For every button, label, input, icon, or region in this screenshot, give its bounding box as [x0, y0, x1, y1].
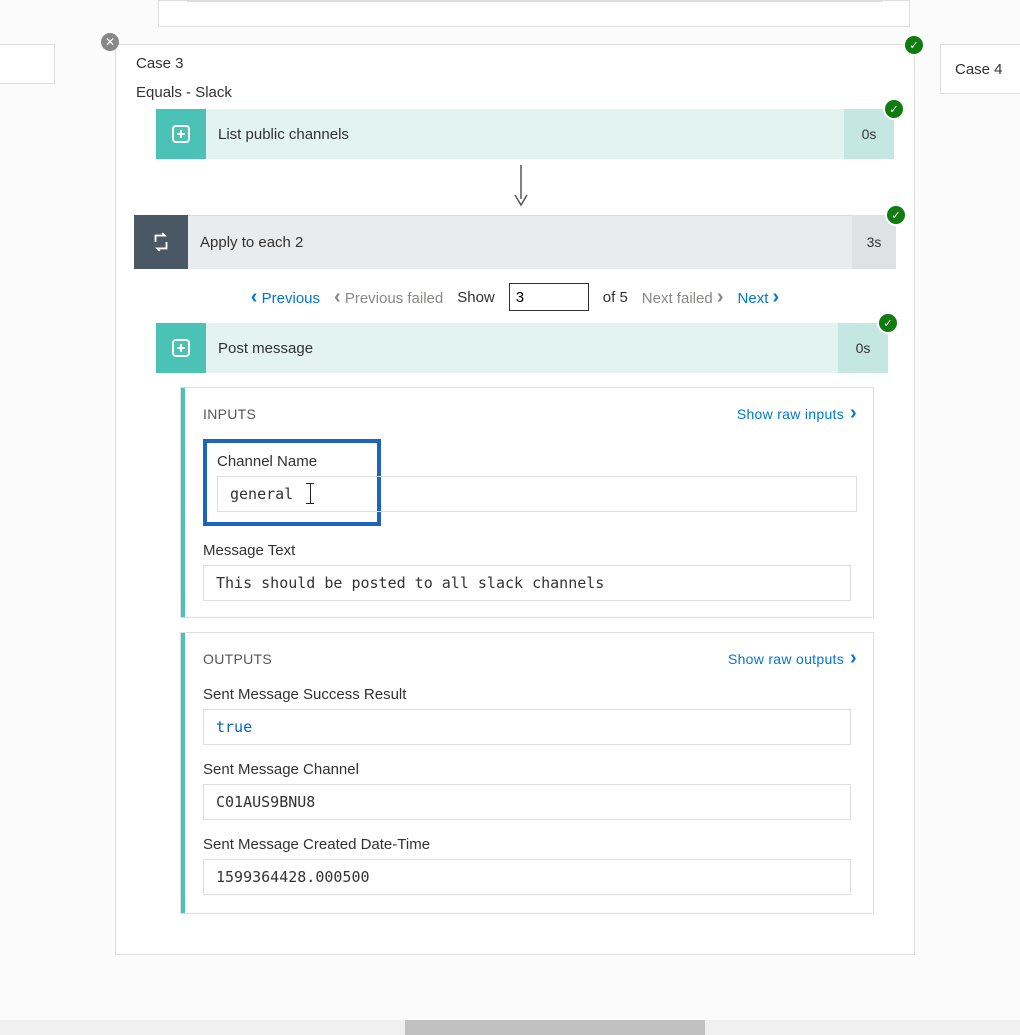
case-3-title: Case 3 — [116, 45, 914, 80]
chevron-right-icon — [717, 290, 724, 307]
chevron-left-icon — [334, 290, 341, 307]
iteration-pager: Previous Previous failed Show of 5 Next … — [156, 283, 874, 311]
text-cursor-icon — [302, 485, 303, 503]
channel-name-value[interactable]: general — [217, 476, 857, 512]
inputs-title: INPUTS — [203, 406, 737, 422]
checkmark-icon: ✓ — [887, 206, 905, 224]
case-4-card[interactable]: Case 4 — [940, 44, 1020, 94]
of-total: of 5 — [603, 289, 628, 306]
slack-icon — [156, 323, 206, 373]
sent-created-value[interactable]: 1599364428.000500 — [203, 859, 851, 895]
previous-link[interactable]: Previous — [251, 286, 320, 309]
partial-card-left — [0, 44, 55, 84]
channel-name-highlight: Channel Name general — [203, 439, 381, 526]
outputs-title: OUTPUTS — [203, 651, 728, 667]
action-list-public-channels[interactable]: ✓ List public channels 0s — [156, 109, 894, 159]
sent-success-value[interactable]: true — [203, 709, 851, 745]
show-label: Show — [457, 289, 495, 306]
sent-channel-value[interactable]: C01AUS9BNU8 — [203, 784, 851, 820]
previous-failed-link[interactable]: Previous failed — [334, 286, 443, 309]
close-icon[interactable]: ✕ — [101, 33, 119, 51]
outputs-panel: OUTPUTS Show raw outputs Sent Message Su… — [180, 632, 874, 914]
show-raw-inputs-link[interactable]: Show raw inputs — [737, 402, 857, 425]
action-post-message[interactable]: ✓ Post message 0s — [156, 323, 888, 373]
checkmark-icon: ✓ — [885, 100, 903, 118]
condition-label: Equals - Slack — [116, 80, 914, 105]
scrollbar-thumb[interactable] — [405, 1020, 705, 1035]
sent-channel-label: Sent Message Channel — [203, 761, 851, 778]
sent-success-label: Sent Message Success Result — [203, 686, 851, 703]
inputs-panel: INPUTS Show raw inputs Channel Name gene… — [180, 387, 874, 618]
iteration-input[interactable] — [509, 283, 589, 311]
checkmark-icon: ✓ — [905, 36, 923, 54]
action-duration: 0s — [838, 323, 888, 373]
next-failed-link[interactable]: Next failed — [642, 286, 724, 309]
sent-created-label: Sent Message Created Date-Time — [203, 836, 851, 853]
next-link[interactable]: Next — [738, 286, 780, 309]
arrow-down-icon — [128, 165, 914, 207]
chevron-right-icon — [850, 647, 857, 670]
channel-name-label: Channel Name — [217, 453, 367, 470]
action-label: Post message — [206, 323, 838, 373]
action-apply-to-each[interactable]: ✓ Apply to each 2 3s — [134, 215, 896, 269]
show-raw-outputs-link[interactable]: Show raw outputs — [728, 647, 857, 670]
case-3-card: ✕ ✓ Case 3 Equals - Slack ✓ List public … — [115, 44, 915, 955]
loop-duration: 3s — [852, 215, 896, 269]
chevron-right-icon — [773, 290, 780, 307]
message-text-value[interactable]: This should be posted to all slack chann… — [203, 565, 851, 601]
loop-label: Apply to each 2 — [188, 215, 852, 269]
checkmark-icon: ✓ — [879, 314, 897, 332]
action-label: List public channels — [206, 109, 844, 159]
horizontal-scrollbar[interactable] — [0, 1020, 1020, 1035]
case-4-title: Case 4 — [955, 61, 1003, 78]
partial-card-top — [158, 0, 910, 27]
chevron-left-icon — [251, 290, 258, 307]
chevron-right-icon — [850, 402, 857, 425]
message-text-label: Message Text — [203, 542, 851, 559]
action-duration: 0s — [844, 109, 894, 159]
slack-icon — [156, 109, 206, 159]
loop-icon — [134, 215, 188, 269]
